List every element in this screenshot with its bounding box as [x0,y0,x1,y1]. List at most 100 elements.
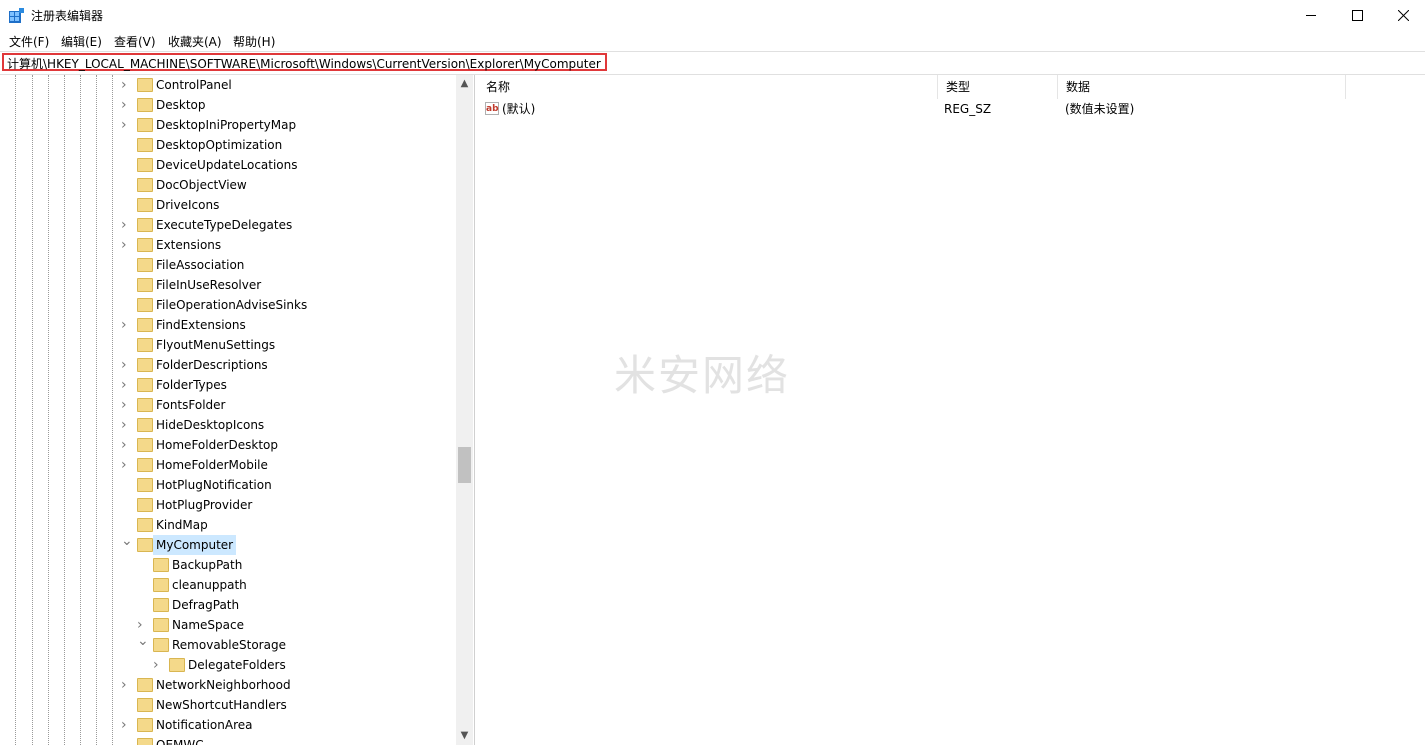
tree-node-label: FileOperationAdviseSinks [156,298,308,312]
tree-node[interactable]: DriveIcons [0,195,456,215]
chevron-right-icon[interactable]: › [121,455,133,475]
tree-node[interactable]: › DesktopIniPropertyMap [0,115,456,135]
folder-icon [137,218,153,232]
tree-node[interactable]: NewShortcutHandlers [0,695,456,715]
chevron-right-icon[interactable]: › [121,215,133,235]
chevron-right-icon[interactable]: › [121,95,133,115]
tree-node[interactable]: DefragPath [0,595,456,615]
tree-scrollbar[interactable]: ▲ ▼ [456,75,473,745]
maximize-button[interactable] [1334,0,1380,30]
chevron-right-icon[interactable]: › [121,375,133,395]
tree-node[interactable]: FileAssociation [0,255,456,275]
value-row[interactable]: ab (默认) REG_SZ (数值未设置) [478,99,1418,119]
column-header-type[interactable]: 类型 [938,75,1058,99]
folder-icon [137,498,153,512]
address-bar[interactable]: 计算机\HKEY_LOCAL_MACHINE\SOFTWARE\Microsof… [0,51,1425,75]
values-list[interactable]: 名称 类型 数据 ab (默认) REG_SZ (数值未设置) [478,75,1425,745]
tree-node[interactable]: DesktopOptimization [0,135,456,155]
folder-icon [153,598,169,612]
column-header-name[interactable]: 名称 [478,75,938,99]
tree-node[interactable]: › Extensions [0,235,456,255]
tree-node[interactable]: › HideDesktopIcons [0,415,456,435]
tree-node-label: DriveIcons [156,198,220,212]
tree-node[interactable]: ⌄ RemovableStorage [0,633,456,655]
tree-node-label: NewShortcutHandlers [156,698,287,712]
folder-icon [153,578,169,592]
folder-icon [137,338,153,352]
minimize-icon [1306,14,1316,16]
scroll-down-icon[interactable]: ▼ [456,727,473,745]
chevron-down-icon[interactable]: ⌄ [137,631,149,651]
menu-file[interactable]: 文件(F) [9,33,49,50]
chevron-right-icon[interactable]: › [121,75,133,95]
chevron-right-icon[interactable]: › [121,355,133,375]
chevron-right-icon[interactable]: › [121,315,133,335]
tree-node[interactable]: › HomeFolderDesktop [0,435,456,455]
tree-node[interactable]: › NotificationArea [0,715,456,735]
scroll-up-icon[interactable]: ▲ [456,75,473,93]
folder-icon [137,118,153,132]
minimize-button[interactable] [1288,0,1334,30]
chevron-right-icon[interactable]: › [153,655,165,675]
tree-node-label: ExecuteTypeDelegates [156,218,293,232]
menu-edit[interactable]: 编辑(E) [61,33,102,50]
tree-node[interactable]: HotPlugNotification [0,475,456,495]
folder-icon [137,418,153,432]
tree-node[interactable]: FileInUseResolver [0,275,456,295]
registry-tree[interactable]: › ControlPanel › Desktop › DesktopIniProperty… [0,75,475,745]
folder-icon [137,258,153,272]
tree-node-label: DefragPath [172,598,240,612]
chevron-right-icon[interactable]: › [121,415,133,435]
tree-node[interactable]: HotPlugProvider [0,495,456,515]
tree-node[interactable]: OEMWC [0,735,456,745]
tree-node-label: OEMWC [156,738,204,745]
folder-icon [137,718,153,732]
tree-node[interactable]: › ExecuteTypeDelegates [0,215,456,235]
tree-node[interactable]: BackupPath [0,555,456,575]
tree-node[interactable]: DocObjectView [0,175,456,195]
close-button[interactable] [1380,0,1425,30]
tree-node[interactable]: KindMap [0,515,456,535]
tree-node[interactable]: › FindExtensions [0,315,456,335]
tree-node[interactable]: › ControlPanel [0,75,456,95]
tree-node-label: BackupPath [172,558,243,572]
tree-node[interactable]: › FontsFolder [0,395,456,415]
folder-icon [137,318,153,332]
tree-node[interactable]: › FolderDescriptions [0,355,456,375]
menu-help[interactable]: 帮助(H) [233,33,275,50]
tree-node-label: FileInUseResolver [156,278,262,292]
menu-view[interactable]: 查看(V) [114,33,156,50]
chevron-right-icon[interactable]: › [121,115,133,135]
tree-node[interactable]: › Desktop [0,95,456,115]
folder-icon [137,78,153,92]
tree-node[interactable]: ⌄ MyComputer [0,533,456,555]
tree-node-label: RemovableStorage [172,638,286,652]
menu-favorites[interactable]: 收藏夹(A) [168,33,222,50]
tree-node[interactable]: › NetworkNeighborhood [0,675,456,695]
column-header-data[interactable]: 数据 [1058,75,1346,99]
tree-node-label: FontsFolder [156,398,226,412]
folder-icon [169,658,185,672]
value-data: (数值未设置) [1065,102,1135,116]
tree-node[interactable]: › NameSpace [0,615,456,635]
chevron-right-icon[interactable]: › [121,235,133,255]
tree-node-label: DesktopOptimization [156,138,283,152]
chevron-right-icon[interactable]: › [121,435,133,455]
chevron-right-icon[interactable]: › [121,675,133,695]
chevron-down-icon[interactable]: ⌄ [121,531,133,551]
tree-node[interactable]: FlyoutMenuSettings [0,335,456,355]
tree-node[interactable]: DeviceUpdateLocations [0,155,456,175]
tree-node[interactable]: cleanuppath [0,575,456,595]
tree-node[interactable]: › DelegateFolders [0,655,456,675]
scroll-thumb[interactable] [458,447,471,483]
chevron-right-icon[interactable]: › [121,395,133,415]
tree-node-label: HotPlugNotification [156,478,272,492]
folder-icon [137,538,153,552]
chevron-right-icon[interactable]: › [121,715,133,735]
folder-icon [153,558,169,572]
tree-node[interactable]: › FolderTypes [0,375,456,395]
tree-node[interactable]: FileOperationAdviseSinks [0,295,456,315]
address-path[interactable]: 计算机\HKEY_LOCAL_MACHINE\SOFTWARE\Microsof… [2,53,607,71]
tree-node[interactable]: › HomeFolderMobile [0,455,456,475]
watermark-text: 米安网络 [614,351,791,400]
